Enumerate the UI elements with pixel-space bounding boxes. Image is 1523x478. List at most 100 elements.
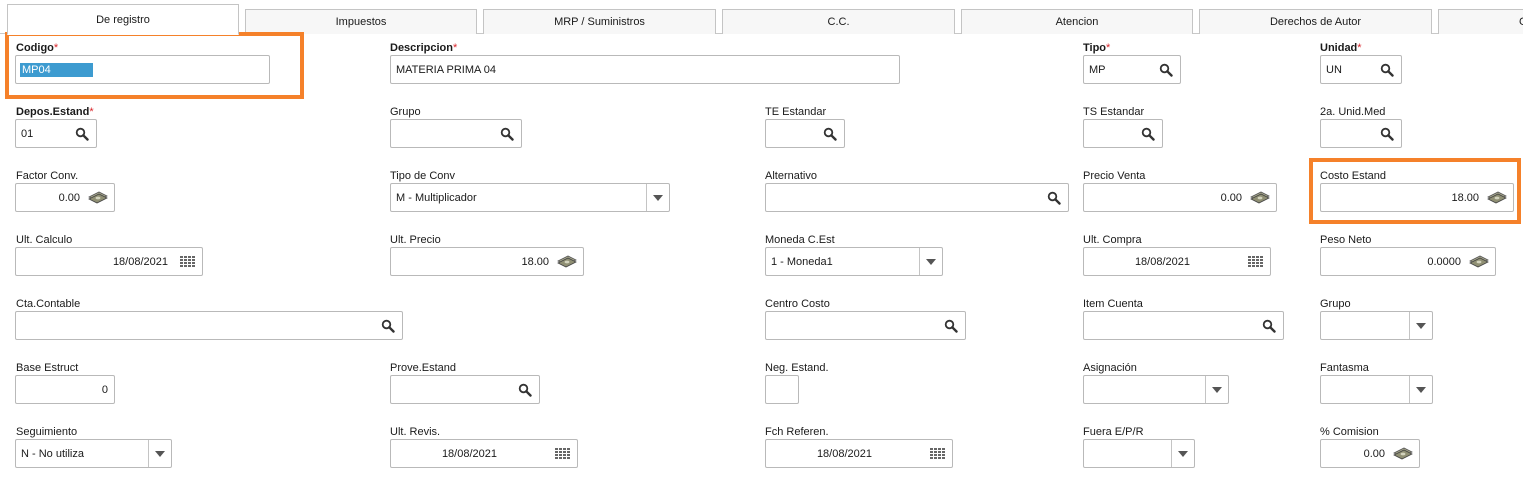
fantasma-label: Fantasma (1320, 362, 1369, 374)
moneda-c-est-label: Moneda C.Est (765, 234, 835, 246)
pct-comision-value: 0.00 (1363, 447, 1385, 460)
prove-estand-input[interactable] (390, 375, 540, 404)
moneda-c-est-value: 1 - Moneda1 (771, 255, 833, 268)
magnifier-icon[interactable] (943, 312, 959, 339)
tipo-input[interactable]: MP (1083, 55, 1181, 84)
te-estandar-label: TE Estandar (765, 106, 827, 118)
tab-cc[interactable]: C.C. (722, 9, 955, 34)
tipo-conv-select[interactable]: M - Multiplicador (390, 183, 670, 212)
magnifier-icon[interactable] (1046, 184, 1062, 211)
ult-calculo-input[interactable]: 18/08/2021 (15, 247, 203, 276)
item-cuenta-input[interactable] (1083, 311, 1284, 340)
magnifier-icon[interactable] (499, 120, 515, 147)
tipo-conv-value: M - Multiplicador (396, 191, 477, 204)
triangle-down-icon[interactable] (1171, 440, 1194, 467)
calendar-grid-icon[interactable] (555, 440, 571, 467)
ult-revis-value: 18/08/2021 (441, 447, 497, 460)
peso-neto-input[interactable]: 0.0000 (1320, 247, 1496, 276)
magnifier-icon[interactable] (1140, 120, 1156, 147)
money-bills-icon[interactable] (1392, 440, 1414, 467)
triangle-down-icon[interactable] (1409, 376, 1432, 403)
fantasma-select[interactable] (1320, 375, 1433, 404)
centro-costo-input[interactable] (765, 311, 966, 340)
alternativo-input[interactable] (765, 183, 1069, 212)
tab-impuestos[interactable]: Impuestos (245, 9, 477, 34)
neg-estand-label: Neg. Estand. (765, 362, 829, 374)
tab-derechos-de-autor[interactable]: Derechos de Autor (1199, 9, 1432, 34)
pct-comision-label: % Comision (1320, 426, 1379, 438)
grupo2-select[interactable] (1320, 311, 1433, 340)
ult-calculo-label: Ult. Calculo (16, 234, 73, 246)
triangle-down-icon[interactable] (646, 184, 669, 211)
neg-estand-input[interactable] (765, 375, 799, 404)
alternativo-label: Alternativo (765, 170, 817, 182)
highlight-costo-estand (1309, 158, 1521, 224)
peso-neto-label: Peso Neto (1320, 234, 1372, 246)
ult-precio-value: 18.00 (521, 255, 549, 268)
money-bills-icon[interactable] (1468, 248, 1490, 275)
pct-comision-input[interactable]: 0.00 (1320, 439, 1420, 468)
magnifier-icon[interactable] (517, 376, 533, 403)
triangle-down-icon[interactable] (1205, 376, 1228, 403)
calendar-grid-icon[interactable] (930, 440, 946, 467)
fch-referen-value: 18/08/2021 (816, 447, 872, 460)
base-estruct-value: 0 (101, 383, 108, 396)
asignacion-label: Asignación (1083, 362, 1137, 374)
tipo-conv-label: Tipo de Conv (390, 170, 456, 182)
money-bills-icon[interactable] (556, 248, 578, 275)
depos-estand-input[interactable]: 01 (15, 119, 97, 148)
segunda-unid-med-input[interactable] (1320, 119, 1402, 148)
magnifier-icon[interactable] (74, 120, 90, 147)
magnifier-icon[interactable] (380, 312, 396, 339)
magnifier-icon[interactable] (1261, 312, 1277, 339)
magnifier-icon[interactable] (1379, 120, 1395, 147)
descripcion-input[interactable]: MATERIA PRIMA 04 (390, 55, 900, 84)
asignacion-select[interactable] (1083, 375, 1229, 404)
ult-precio-input[interactable]: 18.00 (390, 247, 584, 276)
tab-atencion[interactable]: Atencion (961, 9, 1193, 34)
grupo-input[interactable] (390, 119, 522, 148)
money-bills-icon[interactable] (87, 184, 109, 211)
tab-de-registro[interactable]: De registro (7, 4, 239, 35)
descripcion-value: MATERIA PRIMA 04 (396, 63, 497, 76)
ult-compra-input[interactable]: 18/08/2021 (1083, 247, 1271, 276)
ts-estandar-input[interactable] (1083, 119, 1163, 148)
ts-estandar-label: TS Estandar (1083, 106, 1145, 118)
required-marker: * (452, 42, 458, 54)
fch-referen-input[interactable]: 18/08/2021 (765, 439, 953, 468)
magnifier-icon[interactable] (1379, 56, 1395, 83)
ult-calculo-value: 18/08/2021 (112, 255, 168, 268)
precio-venta-input[interactable]: 0.00 (1083, 183, 1277, 212)
fch-referen-label: Fch Referen. (765, 426, 829, 438)
triangle-down-icon[interactable] (1409, 312, 1432, 339)
moneda-c-est-select[interactable]: 1 - Moneda1 (765, 247, 943, 276)
item-cuenta-label: Item Cuenta (1083, 298, 1143, 310)
calendar-grid-icon[interactable] (1248, 248, 1264, 275)
unidad-value: UN (1326, 63, 1342, 76)
money-bills-icon[interactable] (1249, 184, 1271, 211)
magnifier-icon[interactable] (822, 120, 838, 147)
fuera-epr-select[interactable] (1083, 439, 1195, 468)
tab-mrp-suministros[interactable]: MRP / Suministros (483, 9, 716, 34)
required-marker: * (1106, 42, 1111, 54)
factor-conv-input[interactable]: 0.00 (15, 183, 115, 212)
ult-compra-label: Ult. Compra (1083, 234, 1142, 246)
te-estandar-input[interactable] (765, 119, 845, 148)
triangle-down-icon[interactable] (919, 248, 942, 275)
triangle-down-icon[interactable] (148, 440, 171, 467)
cta-contable-input[interactable] (15, 311, 403, 340)
required-marker: * (89, 106, 94, 118)
tab-ga[interactable]: Ga (1438, 9, 1523, 34)
tab-bar: De registro Impuestos MRP / Suministros … (0, 0, 1523, 35)
ult-revis-input[interactable]: 18/08/2021 (390, 439, 578, 468)
base-estruct-label: Base Estruct (16, 362, 79, 374)
calendar-grid-icon[interactable] (180, 248, 196, 275)
base-estruct-input[interactable]: 0 (15, 375, 115, 404)
unidad-input[interactable]: UN (1320, 55, 1402, 84)
magnifier-icon[interactable] (1158, 56, 1174, 83)
prove-estand-label: Prove.Estand (390, 362, 457, 374)
seguimiento-select[interactable]: N - No utiliza (15, 439, 172, 468)
unidad-label: Unidad* (1320, 42, 1362, 54)
segunda-unid-med-label: 2a. Unid.Med (1320, 106, 1386, 118)
precio-venta-value: 0.00 (1220, 191, 1242, 204)
